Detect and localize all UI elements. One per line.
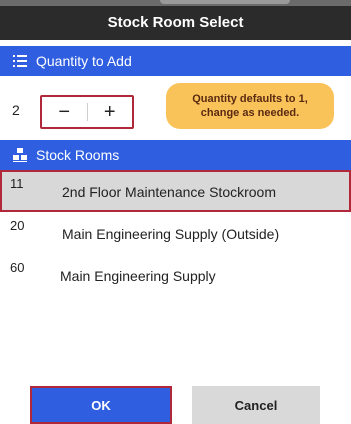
stock-room-item-11[interactable]: 11 2nd Floor Maintenance Stockroom: [0, 170, 351, 212]
quantity-stepper: − +: [40, 95, 134, 129]
stock-room-code: 11: [10, 176, 24, 191]
stockroom-icon: [12, 147, 28, 163]
stock-room-select-dialog: Stock Room Select Quantity to Add 2 − + …: [0, 6, 351, 424]
stock-room-item-60[interactable]: 60 Main Engineering Supply: [0, 254, 351, 296]
cancel-button[interactable]: Cancel: [192, 386, 320, 424]
stock-rooms-section-label: Stock Rooms: [36, 147, 120, 163]
quantity-value: 2: [12, 102, 20, 118]
window-tab-notch: [160, 0, 290, 4]
stock-room-code: 20: [10, 218, 25, 233]
ok-button[interactable]: OK: [30, 386, 172, 424]
stock-room-list: 11 2nd Floor Maintenance Stockroom 20 Ma…: [0, 170, 351, 296]
list-icon: [12, 53, 28, 69]
quantity-section-label: Quantity to Add: [36, 53, 132, 69]
stock-rooms-section-header: Stock Rooms: [0, 140, 351, 170]
stock-room-name: Main Engineering Supply (Outside): [62, 226, 280, 242]
stock-room-name: Main Engineering Supply: [60, 268, 216, 284]
stock-room-name: 2nd Floor Maintenance Stockroom: [62, 184, 276, 200]
dialog-title: Stock Room Select: [0, 6, 351, 40]
stock-room-item-20[interactable]: 20 Main Engineering Supply (Outside): [0, 212, 351, 254]
quantity-section-header: Quantity to Add: [0, 46, 351, 76]
decrement-button[interactable]: −: [42, 97, 87, 127]
increment-button[interactable]: +: [87, 97, 132, 127]
stock-room-code: 60: [10, 260, 25, 275]
quantity-hint-callout: Quantity defaults to 1, change as needed…: [166, 83, 334, 129]
